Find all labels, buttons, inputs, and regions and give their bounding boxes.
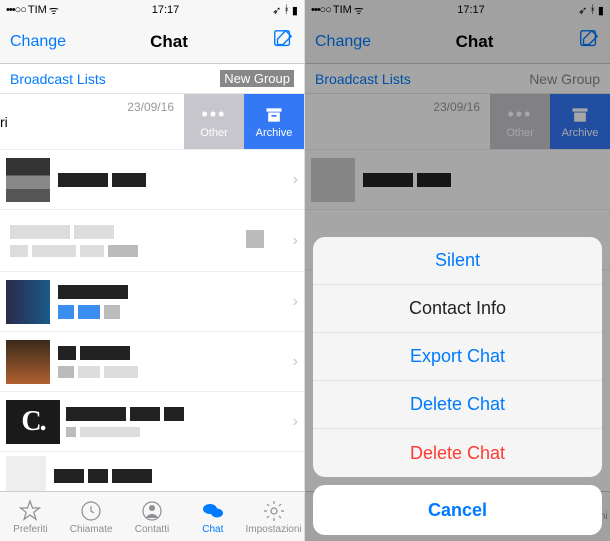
- bluetooth-icon: ᚼ: [283, 4, 290, 16]
- signal-dots: •••○○: [6, 4, 26, 16]
- avatar: [6, 340, 50, 384]
- tab-settings[interactable]: Impostazioni: [243, 492, 304, 541]
- avatar-logo: C.: [6, 400, 60, 444]
- tab-favorites[interactable]: Preferiti: [0, 492, 61, 541]
- avatar: [6, 456, 46, 492]
- clock-icon: [79, 499, 103, 523]
- avatar: [6, 280, 50, 324]
- star-icon: [18, 499, 42, 523]
- chat-name-truncated: ri: [0, 114, 8, 130]
- chat-row[interactable]: ›: [0, 210, 304, 272]
- chat-row[interactable]: C. ›: [0, 392, 304, 452]
- chevron-right-icon: ›: [293, 232, 298, 250]
- avatar: [6, 158, 50, 202]
- ellipsis-icon: •••: [202, 104, 227, 125]
- status-bar: •••○○ TIM ᯤ 17:17 ➶ ᚼ ▮: [0, 0, 304, 20]
- chat-list: ri 23/09/16 ••• Other Archive ›: [0, 94, 304, 491]
- broadcast-lists-link[interactable]: Broadcast Lists: [10, 71, 106, 87]
- new-group-link[interactable]: New Group: [220, 70, 294, 87]
- wifi-icon: ᯤ: [49, 3, 59, 18]
- nav-title: Chat: [150, 32, 188, 52]
- chat-row[interactable]: [0, 452, 304, 491]
- battery-icon: ▮: [292, 4, 298, 17]
- sheet-delete-chat-red[interactable]: Delete Chat: [313, 429, 602, 477]
- sheet-contact-info[interactable]: Contact Info: [313, 285, 602, 333]
- compose-button[interactable]: [272, 28, 294, 55]
- sheet-export-chat[interactable]: Export Chat: [313, 333, 602, 381]
- nav-bar: Change Chat: [0, 20, 304, 64]
- chat-row[interactable]: ›: [0, 150, 304, 210]
- chat-icon: [201, 499, 225, 523]
- tab-bar: Preferiti Chiamate Contatti Chat Imposta…: [0, 491, 304, 541]
- chevron-right-icon: ›: [293, 293, 298, 311]
- sheet-delete-chat[interactable]: Delete Chat: [313, 381, 602, 429]
- contact-icon: [140, 499, 164, 523]
- action-sheet: Silent Contact Info Export Chat Delete C…: [313, 237, 602, 535]
- screenshot-left: •••○○ TIM ᯤ 17:17 ➶ ᚼ ▮ Change Chat Broa…: [0, 0, 305, 541]
- carrier-label: TIM: [28, 4, 47, 16]
- clock: 17:17: [152, 4, 180, 16]
- chevron-right-icon: ›: [293, 413, 298, 431]
- chevron-right-icon: ›: [293, 353, 298, 371]
- swipe-archive-button[interactable]: Archive: [244, 94, 304, 149]
- swipe-more-button[interactable]: ••• Other: [184, 94, 244, 149]
- chat-date: 23/09/16: [127, 100, 174, 114]
- tab-contacts[interactable]: Contatti: [122, 492, 183, 541]
- screenshot-right: •••○○ TIM ᯤ 17:17 ➶ ᚼ ▮ Change Chat Broa…: [305, 0, 610, 541]
- location-icon: ➶: [272, 4, 281, 17]
- chat-row-swiped[interactable]: ri 23/09/16 ••• Other Archive: [0, 94, 304, 150]
- edit-button[interactable]: Change: [10, 33, 66, 51]
- chat-row[interactable]: ›: [0, 332, 304, 392]
- archive-icon: [264, 105, 284, 125]
- sub-bar: Broadcast Lists New Group: [0, 64, 304, 94]
- gear-icon: [262, 499, 286, 523]
- sheet-cancel[interactable]: Cancel: [313, 485, 602, 535]
- sheet-silent[interactable]: Silent: [313, 237, 602, 285]
- chat-row[interactable]: ›: [0, 272, 304, 332]
- tab-calls[interactable]: Chiamate: [61, 492, 122, 541]
- chevron-right-icon: ›: [293, 171, 298, 189]
- tab-chat[interactable]: Chat: [182, 492, 243, 541]
